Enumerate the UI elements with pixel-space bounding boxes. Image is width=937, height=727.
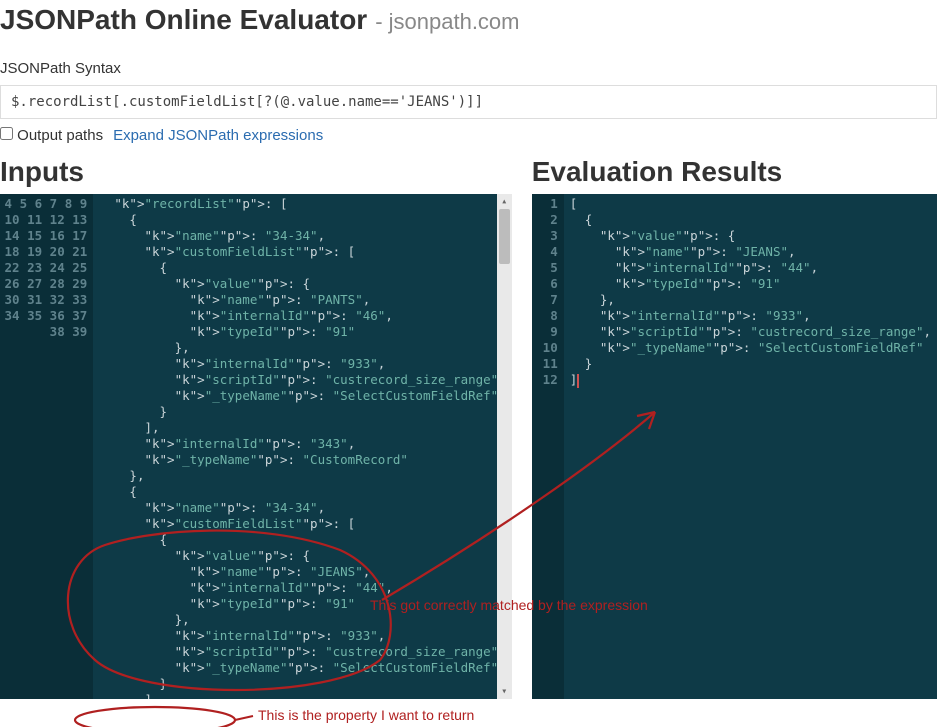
inputs-code[interactable]: "k">"recordList""p">: [ { "k">"name""p">… bbox=[93, 194, 511, 699]
annotation-return-pointer bbox=[235, 716, 253, 720]
page-title: JSONPath Online Evaluator bbox=[0, 4, 367, 36]
inputs-gutter: 4 5 6 7 8 9 10 11 12 13 14 15 16 17 18 1… bbox=[0, 194, 93, 699]
annotation-return-text: This is the property I want to return bbox=[258, 707, 474, 723]
results-panel: Evaluation Results 1 2 3 4 5 6 7 8 9 10 … bbox=[532, 156, 937, 699]
output-paths-label: Output paths bbox=[17, 127, 103, 144]
page-subtitle: - jsonpath.com bbox=[375, 9, 519, 35]
page-header: JSONPath Online Evaluator - jsonpath.com bbox=[0, 0, 937, 44]
syntax-label: JSONPath Syntax bbox=[0, 44, 937, 85]
inputs-panel: Inputs 4 5 6 7 8 9 10 11 12 13 14 15 16 … bbox=[0, 156, 512, 699]
options-row: Output paths Expand JSONPath expressions bbox=[0, 119, 937, 156]
inputs-scrollbar[interactable]: ▴ ▾ bbox=[497, 194, 512, 699]
scroll-up-icon[interactable]: ▴ bbox=[497, 194, 512, 209]
output-paths-option[interactable]: Output paths bbox=[0, 127, 103, 144]
results-code[interactable]: [ { "k">"value""p">: { "k">"name""p">: "… bbox=[564, 194, 937, 699]
scroll-down-icon[interactable]: ▾ bbox=[497, 684, 512, 699]
output-paths-checkbox[interactable] bbox=[0, 127, 13, 140]
results-editor[interactable]: 1 2 3 4 5 6 7 8 9 10 11 12 [ { "k">"valu… bbox=[532, 194, 937, 699]
expand-expressions-link[interactable]: Expand JSONPath expressions bbox=[113, 127, 323, 144]
scroll-thumb[interactable] bbox=[499, 209, 510, 264]
inputs-heading: Inputs bbox=[0, 156, 512, 188]
results-gutter: 1 2 3 4 5 6 7 8 9 10 11 12 bbox=[532, 194, 564, 699]
results-heading: Evaluation Results bbox=[532, 156, 937, 188]
annotation-circle-return bbox=[75, 707, 235, 727]
jsonpath-expression-input[interactable] bbox=[0, 85, 937, 119]
inputs-editor[interactable]: 4 5 6 7 8 9 10 11 12 13 14 15 16 17 18 1… bbox=[0, 194, 512, 699]
